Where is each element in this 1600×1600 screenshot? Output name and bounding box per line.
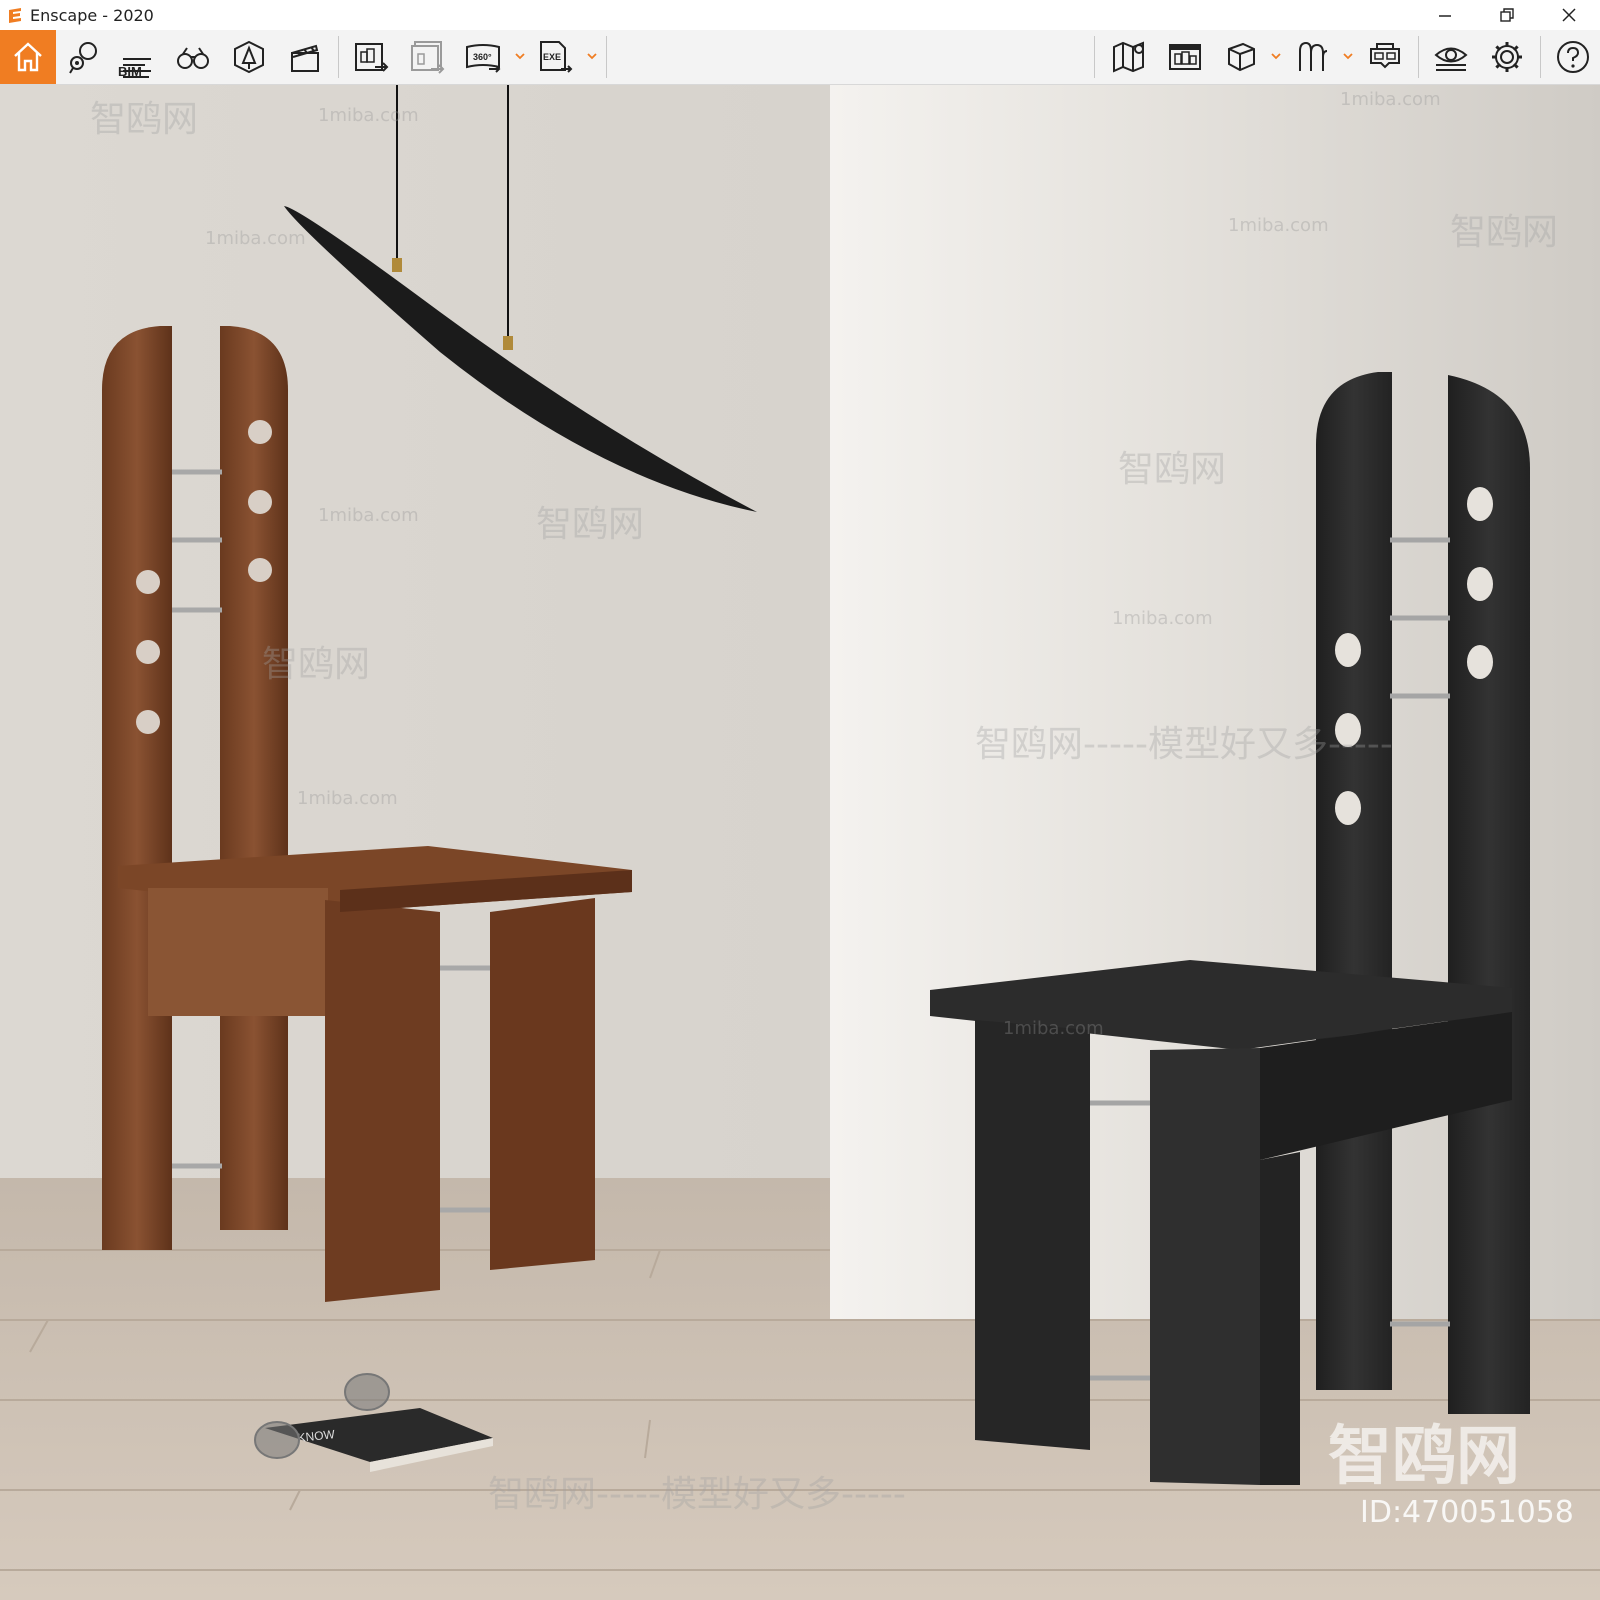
marker-icon (69, 42, 97, 74)
chevron-down-icon[interactable] (586, 50, 598, 62)
watermark-site: 1miba.com (1228, 215, 1329, 236)
screenshot-icon (355, 43, 389, 72)
watermark-site: 1miba.com (205, 228, 306, 249)
export-exe-button[interactable]: EXE (532, 34, 578, 80)
screenshot-button[interactable] (348, 34, 394, 80)
help-button[interactable] (1550, 34, 1596, 80)
minimize-icon (1439, 15, 1451, 17)
settings-icon (1492, 42, 1522, 72)
chevron-down-icon[interactable] (1270, 50, 1282, 62)
cube-button[interactable] (1218, 34, 1264, 80)
watermark-site: 1miba.com (1003, 1018, 1104, 1039)
enscape-toolbar: BIM 360° EXE (0, 30, 1600, 111)
home-icon (14, 42, 42, 72)
binoculars-icon (177, 47, 209, 69)
toolbar-separator (606, 36, 607, 78)
window-title: Enscape - 2020 (30, 5, 154, 25)
watermark-brand: 智鸥网 (262, 644, 371, 685)
watermark-site: 1miba.com (318, 105, 419, 126)
panorama-button[interactable]: 360° (460, 34, 506, 80)
watermark-brand: 智鸥网 (1450, 212, 1559, 253)
asset-library-icon (234, 40, 264, 74)
enscape-logo-icon (9, 8, 21, 23)
visibility-icon (1434, 47, 1468, 71)
watermark-slogan: 智鸥网-----模型好又多----- (975, 724, 1393, 765)
watermark-slogan: 智鸥网-----模型好又多----- (488, 1474, 906, 1515)
vr-headset-icon (1370, 43, 1400, 69)
watermark-brand: 智鸥网 (536, 504, 645, 545)
chevron-down-icon[interactable] (1342, 50, 1354, 62)
bim-icon (123, 58, 151, 78)
toolbar-separator (338, 36, 339, 78)
asset-library-button[interactable] (226, 34, 272, 80)
binoculars-button[interactable] (170, 34, 216, 80)
exe-label: EXE (543, 52, 561, 62)
render-viewport[interactable]: KNOW 1miba.com 1miba.com 1miba.com 1miba… (0, 85, 1600, 1600)
atmosphere-button[interactable] (1290, 34, 1336, 80)
home-button[interactable] (0, 30, 56, 84)
watermark-brand: 智鸥网 (90, 99, 199, 140)
watermark-big-brand: 智鸥网 (1328, 1420, 1520, 1494)
title-bar: Enscape - 2020 (0, 0, 1600, 30)
view-management-icon (1169, 44, 1201, 70)
toolbar-separator (1418, 36, 1419, 78)
watermark-id: ID:470051058 (1360, 1495, 1574, 1530)
scene-render: KNOW (0, 85, 1600, 1600)
vr-headset-button[interactable] (1362, 34, 1408, 80)
cube-icon (1228, 42, 1255, 72)
export-exe-icon: EXE (540, 41, 573, 73)
watermark-site: 1miba.com (1340, 89, 1441, 110)
visibility-button[interactable] (1428, 34, 1474, 80)
close-icon (1562, 8, 1576, 22)
atmosphere-icon (1299, 41, 1328, 71)
clapperboard-icon (291, 44, 319, 72)
restore-icon (1500, 8, 1514, 22)
minimize-button[interactable] (1414, 0, 1476, 30)
restore-button[interactable] (1476, 0, 1538, 30)
panorama-label: 360° (473, 52, 492, 62)
view-management-button[interactable] (1162, 34, 1208, 80)
map-icon (1113, 41, 1144, 73)
watermark-brand: 智鸥网 (1118, 449, 1227, 490)
bim-button[interactable] (114, 40, 160, 86)
toolbar-separator (1540, 36, 1541, 78)
video-editor-button[interactable] (282, 34, 328, 80)
watermark-site: 1miba.com (297, 788, 398, 809)
views-button[interactable] (60, 34, 106, 80)
settings-button[interactable] (1484, 34, 1530, 80)
batch-render-icon (411, 41, 445, 74)
help-icon (1557, 41, 1589, 73)
map-button[interactable] (1106, 34, 1152, 80)
close-button[interactable] (1538, 0, 1600, 30)
panorama-360-icon: 360° (466, 44, 501, 73)
toolbar-separator (1094, 36, 1095, 78)
watermark-site: 1miba.com (318, 505, 419, 526)
chevron-down-icon[interactable] (514, 50, 526, 62)
watermark-site: 1miba.com (1112, 608, 1213, 629)
batch-render-button[interactable] (404, 34, 450, 80)
